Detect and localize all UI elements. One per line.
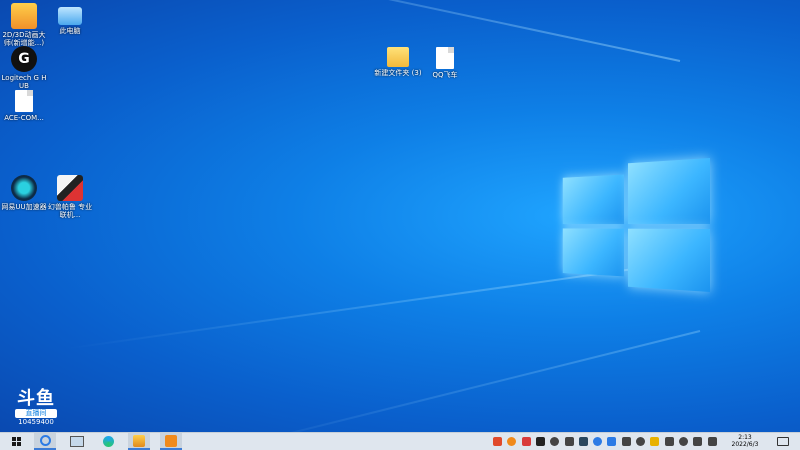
blue-tray-icon[interactable] — [607, 437, 617, 446]
taskbar-app-orange[interactable] — [160, 433, 182, 450]
windows-start-icon — [11, 437, 21, 446]
uu-accelerator-icon — [11, 175, 37, 201]
taskbar-app-360-browser[interactable] — [34, 433, 56, 450]
steam-icon[interactable] — [578, 437, 588, 446]
chat-icon[interactable] — [636, 437, 645, 446]
gear-tray-icon[interactable] — [550, 437, 560, 446]
yellow-tray-icon[interactable] — [650, 437, 660, 446]
language-icon[interactable] — [707, 437, 717, 446]
light-beam — [53, 0, 681, 62]
qq-icon[interactable] — [493, 437, 502, 446]
desktop-icon-ace-file[interactable]: ACE-COM... — [0, 90, 48, 122]
taskbar: 2:13 2022/6/3 — [0, 432, 800, 450]
taskbar-app-avatar[interactable] — [128, 433, 150, 450]
desktop-icon-game-app[interactable]: 幻兽帕鲁 专业联机... — [46, 175, 94, 219]
file-icon — [15, 90, 33, 112]
douyu-watermark: 斗鱼 直播间 10459400 — [11, 390, 61, 432]
desktop-icon-new-folder[interactable]: 新建文件夹 (3) — [374, 47, 422, 77]
clock-date: 2022/6/3 — [731, 441, 759, 448]
start-button[interactable] — [6, 433, 26, 450]
orange-tray-icon[interactable] — [507, 437, 517, 446]
this-pc-icon — [58, 7, 82, 25]
task-view-icon — [70, 436, 84, 447]
orange-app-icon — [165, 434, 177, 447]
browser-360-icon — [39, 435, 51, 446]
clock-time: 2:13 — [738, 434, 752, 441]
edge-icon — [102, 436, 114, 447]
light-beam — [195, 330, 701, 432]
desktop-background: 2D/3D动画大师(新增能...) 此电脑 G Logitech G HUB A… — [0, 0, 800, 432]
desktop-icon-qq-speed[interactable]: QQ飞车 — [421, 47, 469, 79]
douyu-badge: 直播间 — [15, 409, 57, 418]
notification-icon — [777, 437, 789, 446]
clock[interactable]: 2:13 2022/6/3 — [720, 434, 770, 448]
network-icon[interactable] — [678, 437, 688, 446]
game-app-icon — [57, 175, 83, 201]
desktop-icon-uu[interactable]: 网易UU加速器 — [0, 175, 48, 211]
monitor-icon[interactable] — [621, 437, 631, 446]
notification-button[interactable] — [773, 433, 793, 450]
mic-icon[interactable] — [564, 437, 574, 446]
taskbar-app-task-view[interactable] — [66, 433, 88, 450]
red-tray-icon[interactable] — [521, 437, 531, 446]
file-icon — [436, 47, 454, 69]
desktop-icon-this-pc[interactable]: 此电脑 — [46, 3, 94, 35]
folder-icon — [387, 47, 409, 67]
cartoon-app-icon — [11, 3, 37, 29]
douyu-logo: 斗鱼 — [17, 388, 55, 409]
volume-icon[interactable] — [693, 437, 703, 446]
desktop-icon-logitech[interactable]: G Logitech G HUB — [0, 46, 48, 90]
taskbar-app-edge[interactable] — [97, 433, 119, 450]
cloud-icon[interactable] — [664, 437, 674, 446]
windows-logo — [562, 158, 710, 292]
desktop-icon-cartoon-app[interactable]: 2D/3D动画大师(新增能...) — [0, 3, 48, 47]
avatar-app-icon — [133, 434, 145, 447]
circle-g-icon[interactable] — [535, 437, 545, 446]
logitech-g-icon: G — [11, 46, 37, 72]
sync-icon[interactable] — [593, 437, 603, 446]
douyu-room-number: 10459400 — [18, 418, 54, 426]
